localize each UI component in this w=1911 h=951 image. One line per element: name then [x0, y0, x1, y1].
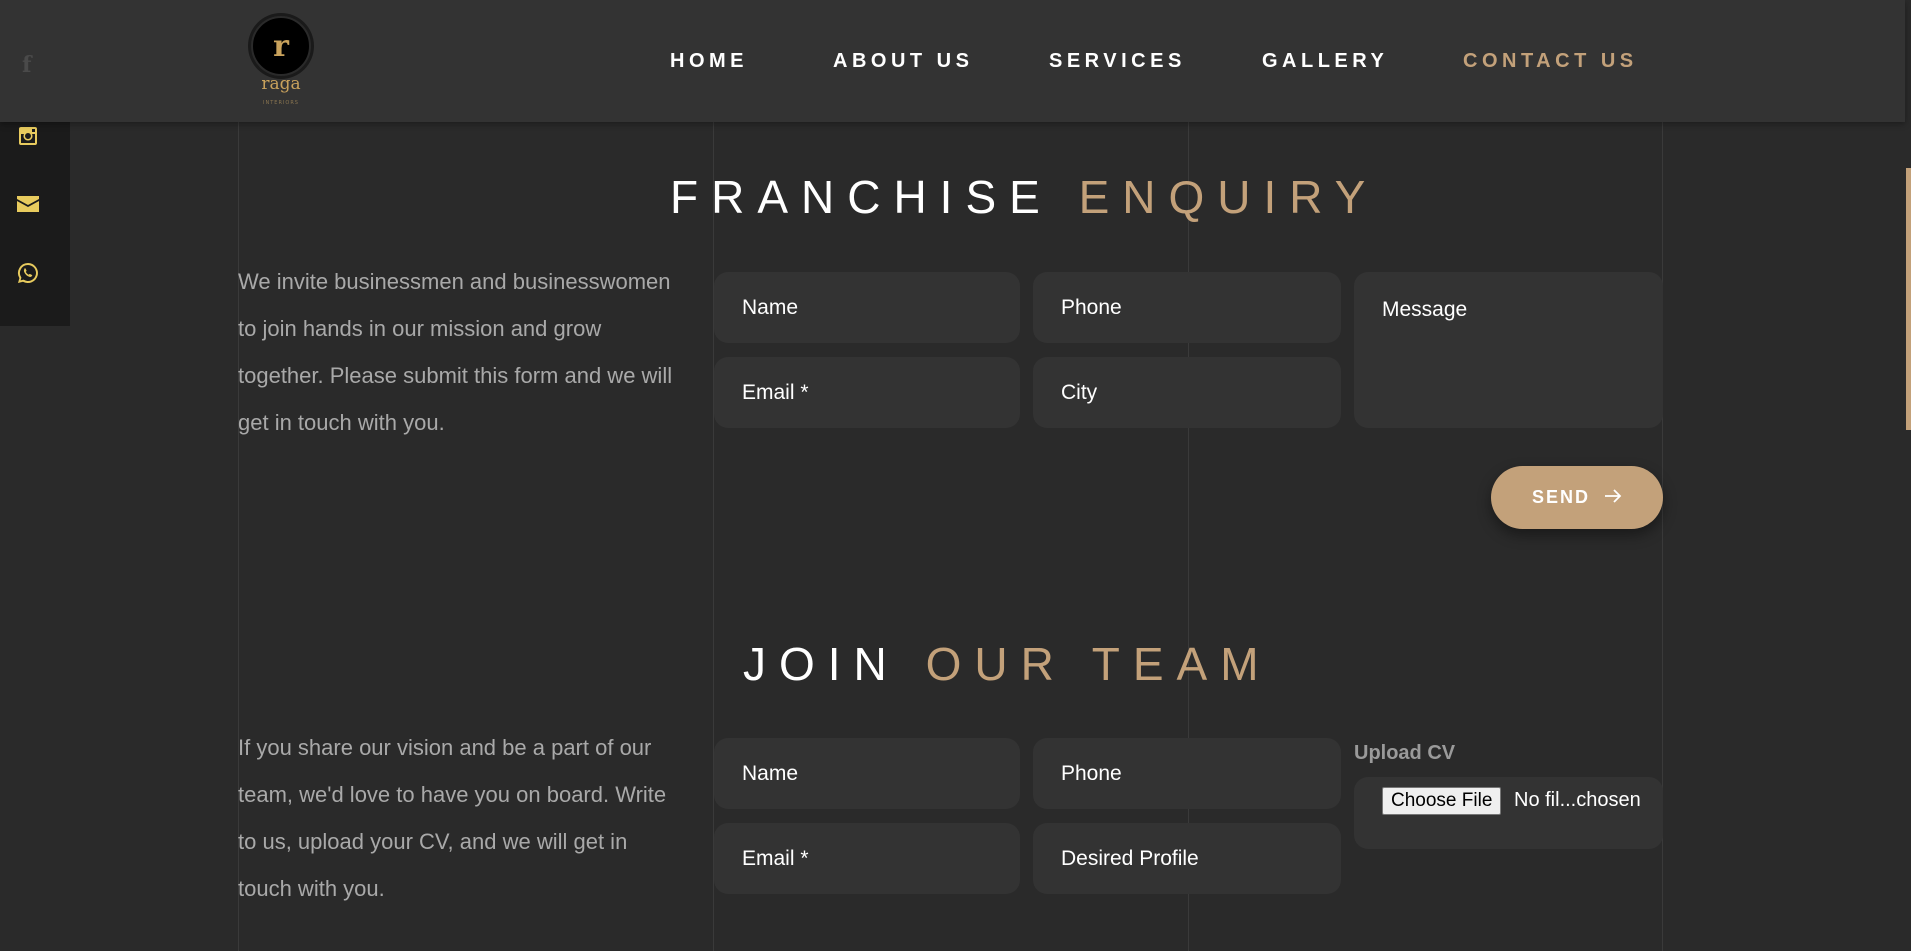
nav-about-us[interactable]: ABOUT US — [833, 50, 973, 73]
franchise-title: FRANCHISE ENQUIRY — [670, 171, 1379, 223]
nav-services[interactable]: SERVICES — [1049, 50, 1186, 73]
logo-subtitle: INTERIORS — [263, 100, 299, 106]
franchise-email-input[interactable]: Email * — [714, 357, 1020, 428]
site-header: f r raga INTERIORS HOME ABOUT US SERVICE… — [0, 0, 1905, 122]
franchise-phone-input[interactable]: Phone — [1033, 272, 1341, 343]
franchise-name-input[interactable]: Name — [714, 272, 1020, 343]
facebook-icon[interactable]: f — [22, 52, 31, 78]
arrow-right-icon — [1604, 487, 1622, 508]
site-logo[interactable]: r raga INTERIORS — [248, 16, 314, 112]
franchise-city-input[interactable]: City — [1033, 357, 1341, 428]
nav-home[interactable]: HOME — [670, 50, 748, 73]
logo-emblem: r — [251, 16, 311, 76]
choose-file-button[interactable]: Choose File — [1382, 787, 1502, 815]
team-email-input[interactable]: Email * — [714, 823, 1020, 894]
instagram-icon[interactable] — [16, 124, 40, 148]
franchise-message-input[interactable]: Message — [1354, 272, 1663, 428]
team-description: If you share our vision and be a part of… — [238, 735, 667, 901]
scrollbar-thumb[interactable] — [1906, 168, 1911, 430]
whatsapp-icon[interactable] — [16, 261, 40, 285]
send-label: SEND — [1531, 487, 1590, 507]
send-button[interactable]: SEND — [1491, 466, 1663, 529]
team-desired-profile-input[interactable]: Desired Profile — [1033, 823, 1341, 894]
file-status-text: No fil...chosen — [1514, 789, 1641, 811]
email-icon[interactable] — [16, 192, 40, 216]
franchise-description: We invite businessmen and businesswomen … — [238, 269, 673, 435]
nav-contact-us[interactable]: CONTACT US — [1463, 50, 1638, 73]
team-phone-input[interactable]: Phone — [1033, 738, 1341, 809]
upload-cv-field: Choose File No fil...chosen — [1354, 777, 1663, 849]
grid-line — [713, 0, 714, 951]
team-name-input[interactable]: Name — [714, 738, 1020, 809]
upload-cv-label: Upload CV — [1354, 742, 1456, 764]
team-title: JOIN OUR TEAM — [743, 638, 1272, 690]
logo-name: raga — [261, 74, 301, 94]
nav-gallery[interactable]: GALLERY — [1262, 50, 1388, 73]
